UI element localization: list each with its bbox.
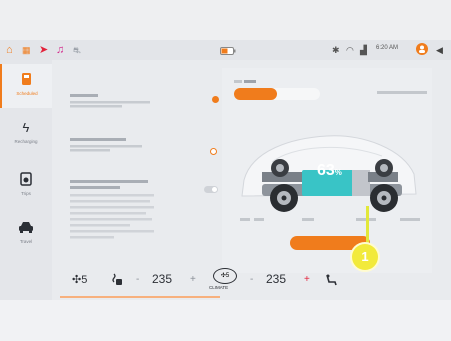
climate-fan-value: 5 [225, 273, 230, 279]
tab-mode-2[interactable] [277, 88, 320, 100]
battery-percent-unit: % [334, 168, 342, 177]
annotation-pointer-line [366, 206, 369, 246]
climate-label: CLIMATE [209, 285, 229, 290]
sidebar-item-label: Trips [21, 191, 31, 196]
toggle-switch[interactable] [204, 186, 218, 193]
right-temp-value: 235 [266, 272, 287, 286]
radio-selected[interactable] [212, 96, 219, 103]
climate-active-indicator [60, 296, 220, 298]
right-temp-increase[interactable]: + [304, 274, 310, 285]
top-bezel [0, 0, 451, 40]
charge-visual-card: 63% [222, 68, 432, 273]
rear-wheel-top [271, 159, 289, 177]
setting-row[interactable] [70, 138, 217, 155]
clock-icon [18, 172, 34, 188]
tab-mode-1[interactable] [234, 88, 277, 100]
climate-bar: ✣5 - 235 + ✣5 CLIMATE - 235 + [60, 268, 360, 294]
car-icon[interactable]: ⛐ [73, 43, 81, 57]
signal-icon: ▟ [360, 45, 367, 55]
left-temp-decrease[interactable]: - [136, 274, 139, 285]
volume-icon[interactable]: ◀ [436, 43, 443, 57]
left-temp-value: 235 [152, 272, 173, 286]
sidebar-item-label: Travel [19, 239, 33, 244]
music-icon[interactable]: ♫ [56, 43, 64, 57]
sidebar-item-label: Recharging [14, 139, 38, 144]
radio-unselected[interactable] [210, 148, 217, 155]
front-wheel-top [375, 159, 393, 177]
seat-icon[interactable] [324, 273, 338, 290]
clock-time: 6:20 AM [376, 45, 399, 51]
bluetooth-icon: ✱ [332, 45, 340, 55]
fan-icon[interactable]: ✣5 [72, 273, 87, 286]
lightning-icon: ϟ [22, 120, 30, 135]
front-wheel [370, 184, 398, 212]
annotation-marker: 1 [352, 244, 378, 270]
navigation-icon[interactable]: ➤ [39, 43, 48, 57]
range-scale-placeholder [240, 218, 420, 221]
sidebar-item-recharging[interactable]: ϟ Recharging [0, 112, 52, 156]
sidebar-item-label: Scheduled [16, 91, 38, 96]
rear-wheel [270, 184, 298, 212]
battery-percent-value: 63 [317, 162, 335, 179]
battery-icon [220, 45, 236, 59]
annotation-number: 1 [361, 249, 369, 264]
card-caption-placeholder [234, 80, 256, 83]
setting-row[interactable] [70, 180, 218, 239]
fuel-icon [19, 72, 35, 88]
car-front-icon [18, 220, 34, 236]
setting-text-placeholder [70, 180, 154, 239]
profile-icon[interactable] [416, 43, 428, 59]
seat-heat-icon[interactable] [110, 273, 124, 290]
grid-icon[interactable]: ▦ [22, 43, 31, 57]
wifi-icon: ◠ [346, 45, 354, 55]
charge-settings-panel [56, 66, 219, 276]
left-temp-increase[interactable]: + [190, 274, 196, 285]
climate-button[interactable]: ✣5 [213, 268, 237, 284]
sidebar-item-travel[interactable]: Travel [0, 212, 52, 256]
fan-speed-value: 5 [81, 274, 88, 286]
card-hint-placeholder [377, 91, 427, 94]
battery-percentage: 63% [317, 162, 342, 180]
right-temp-decrease[interactable]: - [250, 274, 253, 285]
bottom-bezel [0, 300, 451, 341]
sidebar-item-scheduled[interactable]: Scheduled [0, 64, 52, 108]
sidebar-item-trips[interactable]: Trips [0, 164, 52, 208]
setting-text-placeholder [70, 138, 142, 152]
setting-row[interactable] [70, 94, 219, 108]
charge-mode-switch [234, 88, 320, 100]
infotainment-screen: ⌂ ▦ ➤ ♫ ⛐ ✱ ◠ ▟ 6:20 AM ◀ Scheduled ϟ Re… [0, 40, 451, 300]
home-icon[interactable]: ⌂ [6, 43, 13, 57]
status-bar: ⌂ ▦ ➤ ♫ ⛐ ✱ ◠ ▟ 6:20 AM ◀ [0, 40, 451, 60]
sidebar: Scheduled ϟ Recharging Trips Travel [0, 60, 52, 300]
setting-text-placeholder [70, 94, 150, 108]
